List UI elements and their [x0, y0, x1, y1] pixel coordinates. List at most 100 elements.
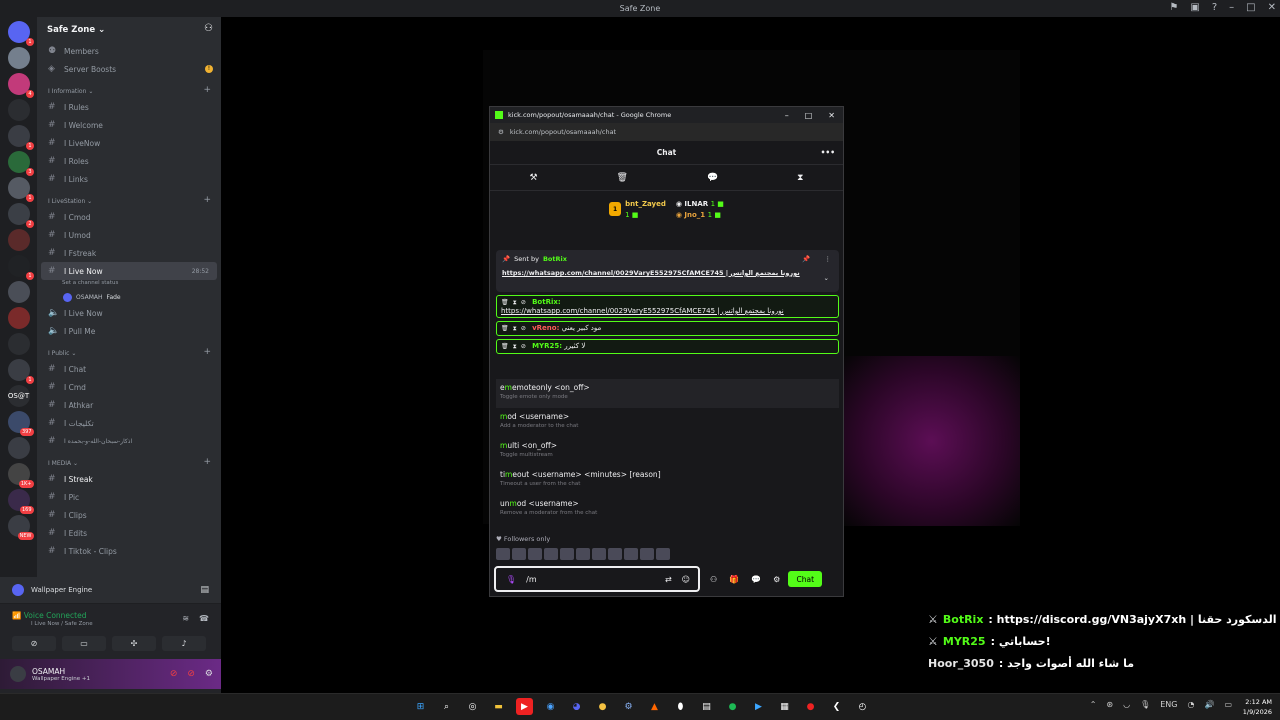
chat-bubble-icon[interactable]: 💬: [707, 173, 718, 183]
chat-settings-icon[interactable]: ⚙: [773, 575, 780, 584]
language-indicator[interactable]: ENG: [1160, 700, 1177, 709]
server-icon[interactable]: 2: [7, 203, 34, 228]
channel-cmod[interactable]: # I Cmod: [37, 208, 221, 226]
start-menu-icon[interactable]: ⊞: [412, 698, 429, 715]
channel-pic[interactable]: # I Pic: [37, 488, 221, 506]
command-option[interactable]: mod <username> Add a moderator to the ch…: [496, 408, 839, 437]
remote-icon[interactable]: ▶: [750, 698, 767, 715]
tray-expand-icon[interactable]: ⌃: [1090, 700, 1097, 709]
speedometer-icon[interactable]: ◴: [854, 698, 871, 715]
server-icon[interactable]: [7, 281, 30, 303]
channel-streak[interactable]: # I Streak: [37, 470, 221, 488]
server-icon[interactable]: 4: [7, 73, 34, 98]
add-channel-icon[interactable]: +: [203, 195, 211, 205]
calculator-icon[interactable]: ▦: [776, 698, 793, 715]
spotify-icon[interactable]: ●: [724, 698, 741, 715]
channel-chat[interactable]: # I Chat: [37, 360, 221, 378]
taskbar-clock[interactable]: 2:12 AM 1/9/2026: [1243, 697, 1272, 717]
translate-icon[interactable]: ⇄: [665, 575, 672, 584]
server-icon[interactable]: NEW: [7, 515, 34, 540]
channel-edits[interactable]: # I Edits: [37, 524, 221, 542]
channel-status[interactable]: Set a channel status: [37, 280, 221, 290]
chevron-down-icon[interactable]: ⌄: [824, 274, 829, 282]
noise-suppression-icon[interactable]: ≋: [182, 614, 189, 623]
pinned-text[interactable]: https://whatsapp.com/channel/0029VaryE55…: [502, 269, 833, 277]
channel-roles[interactable]: # I Roles: [37, 152, 221, 170]
activities-button[interactable]: ✣: [112, 636, 156, 651]
chat-bubble-icon[interactable]: 💬: [751, 575, 761, 584]
gift-icon[interactable]: 🎁: [729, 575, 739, 584]
category-information[interactable]: I Information ⌄ +: [37, 78, 221, 98]
server-icon[interactable]: [7, 307, 30, 329]
leader-first[interactable]: 1 bnt_Zayed 1 ■: [609, 200, 666, 219]
sidebar-item-members[interactable]: ⚉ Members: [37, 42, 221, 60]
vpn-icon[interactable]: ▲: [646, 698, 663, 715]
emote[interactable]: [656, 548, 670, 560]
help-icon[interactable]: ?: [1212, 2, 1217, 13]
leader-third[interactable]: ◉ Jno_1 1 ■: [676, 211, 724, 219]
close-button[interactable]: ✕: [1268, 2, 1276, 13]
emote[interactable]: [576, 548, 590, 560]
message-mod-tools[interactable]: 🗑⧗⊘: [501, 299, 530, 306]
add-channel-icon[interactable]: +: [203, 457, 211, 467]
ban-hammer-icon[interactable]: ⚒: [529, 173, 537, 183]
search-icon[interactable]: ⌕: [438, 698, 455, 715]
category-media[interactable]: I MEDIA ⌄ +: [37, 450, 221, 470]
message-mod-tools[interactable]: 🗑⧗⊘: [501, 343, 530, 350]
minimize-button[interactable]: –: [1229, 2, 1234, 13]
trash-icon[interactable]: 🗑: [617, 173, 628, 183]
chrome-close-button[interactable]: ✕: [828, 111, 835, 120]
chat-input-value[interactable]: /m: [526, 575, 537, 584]
app-icon[interactable]: ●: [594, 698, 611, 715]
server-icon[interactable]: 1: [7, 359, 34, 384]
send-chat-button[interactable]: Chat: [788, 571, 823, 587]
chat-message[interactable]: 🗑⧗⊘ BotRix: https://whatsapp.com/channel…: [496, 295, 839, 318]
emote[interactable]: [544, 548, 558, 560]
activity-settings-icon[interactable]: ▤: [200, 585, 209, 595]
settings-gear-icon[interactable]: ⚙: [205, 669, 213, 679]
add-channel-icon[interactable]: +: [203, 85, 211, 95]
chat-message[interactable]: 🗑⧗⊘ MYR25: لا كثيرر: [496, 339, 839, 354]
pinned-message[interactable]: 📌 Sent by BotRix https://whatsapp.com/ch…: [496, 250, 839, 292]
channel-clips[interactable]: # I Clips: [37, 506, 221, 524]
window-icon[interactable]: ▣: [1190, 2, 1199, 13]
server-icon[interactable]: 3: [7, 151, 34, 176]
server-icon[interactable]: [7, 47, 30, 69]
server-icon[interactable]: OS@T: [7, 385, 30, 407]
chrome-maximize-button[interactable]: □: [805, 111, 813, 120]
server-icon[interactable]: 1: [7, 125, 34, 150]
emote[interactable]: [624, 548, 638, 560]
category-livestation[interactable]: I LiveStation ⌄ +: [37, 188, 221, 208]
steam-icon[interactable]: ⚙: [620, 698, 637, 715]
command-option[interactable]: unmod <username> Remove a moderator from…: [496, 495, 839, 524]
group-icon[interactable]: ⚇: [710, 575, 717, 584]
channel-athkar-subhan[interactable]: # I اذكار-سبحان-الله-و-بحمده: [37, 432, 221, 450]
network-icon[interactable]: ⊛: [1106, 700, 1113, 709]
channel-livenow[interactable]: # I LiveNow: [37, 134, 221, 152]
unpin-icon[interactable]: 📌: [802, 255, 810, 263]
server-icon[interactable]: 1: [7, 21, 34, 46]
command-option[interactable]: ememoteonly <on_off> Toggle emote only m…: [496, 379, 839, 408]
mute-icon[interactable]: ⊘: [170, 669, 178, 679]
channel-takleejat[interactable]: # I تكليجات: [37, 414, 221, 432]
voice-connected-status[interactable]: 📶 Voice Connected: [12, 611, 86, 620]
screen-share-button[interactable]: ▭: [62, 636, 106, 651]
voice-location[interactable]: I Live Now / Safe Zone: [31, 621, 93, 627]
chrome-icon[interactable]: ◉: [542, 698, 559, 715]
sidebar-item-server-boosts[interactable]: ◈ Server Boosts!: [37, 60, 221, 78]
emote[interactable]: [496, 548, 510, 560]
voice-user[interactable]: OSAMAH Fade: [37, 290, 221, 304]
message-mod-tools[interactable]: 🗑⧗⊘: [501, 325, 530, 332]
more-options-icon[interactable]: •••: [821, 148, 835, 157]
add-channel-icon[interactable]: +: [203, 347, 211, 357]
server-icon[interactable]: [7, 99, 30, 121]
disconnect-icon[interactable]: ☎: [199, 614, 209, 623]
file-explorer-icon[interactable]: ▬: [490, 698, 507, 715]
add-user-icon[interactable]: ⚇: [204, 23, 213, 34]
headset-icon[interactable]: ◡: [1123, 700, 1130, 709]
emote[interactable]: [560, 548, 574, 560]
pinned-more-icon[interactable]: ⋮: [825, 255, 832, 263]
emote[interactable]: [608, 548, 622, 560]
channel-live-now-active[interactable]: # I Live Now 28:52: [41, 262, 217, 280]
command-option[interactable]: multi <on_off> Toggle multistream: [496, 437, 839, 466]
